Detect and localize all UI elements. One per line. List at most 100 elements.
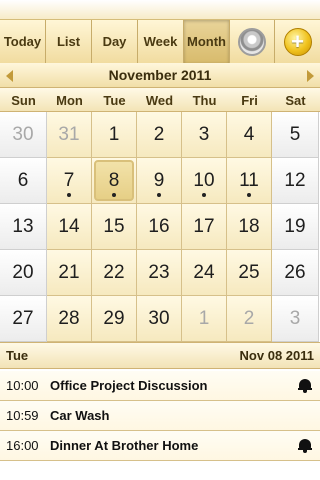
day-number: 2 (153, 123, 165, 145)
day-number: 29 (103, 307, 125, 329)
event-list: 10:00 Office Project Discussion 10:59 Car W… (0, 371, 320, 461)
day-cell[interactable]: 2 (137, 112, 182, 158)
tab-list[interactable]: List (46, 20, 92, 63)
day-cell[interactable]: 7 (47, 158, 92, 204)
day-number: 1 (198, 307, 210, 329)
day-number: 24 (193, 261, 215, 283)
day-number: 31 (58, 123, 80, 145)
event-title: Dinner At Brother Home (50, 438, 199, 453)
day-cell[interactable]: 24 (182, 250, 227, 296)
day-cell[interactable]: 17 (182, 204, 227, 250)
bell-icon (298, 438, 312, 453)
weekday-label: Thu (192, 92, 217, 108)
day-number: 11 (239, 169, 259, 191)
tab-day[interactable]: Day (92, 20, 138, 63)
weekday-label: Sat (285, 92, 306, 108)
tab-week[interactable]: Week (138, 20, 184, 63)
month-title: November 2011 (108, 67, 212, 83)
day-cell[interactable]: 28 (47, 296, 92, 342)
day-cell[interactable]: 23 (137, 250, 182, 296)
day-number: 5 (289, 123, 301, 145)
day-cell[interactable]: 21 (47, 250, 92, 296)
day-cell[interactable]: 1 (182, 296, 227, 342)
day-cell[interactable]: 2 (227, 296, 272, 342)
week-row: 13 14 15 16 17 18 19 (0, 204, 320, 250)
day-number: 17 (193, 215, 215, 237)
day-cell[interactable]: 14 (47, 204, 92, 250)
day-number: 23 (148, 261, 170, 283)
event-title: Office Project Discussion (50, 378, 208, 393)
day-number: 2 (243, 307, 255, 329)
day-number: 22 (103, 261, 125, 283)
day-cell[interactable]: 12 (272, 158, 319, 204)
day-number: 18 (238, 215, 260, 237)
event-dot-icon (157, 193, 161, 197)
day-cell[interactable]: 13 (0, 204, 47, 250)
event-time: 16:00 (6, 438, 39, 453)
day-cell[interactable]: 1 (92, 112, 137, 158)
weekday-label: Sun (11, 92, 36, 108)
day-cell[interactable]: 18 (227, 204, 272, 250)
day-number: 30 (148, 307, 170, 329)
month-header: November 2011 (0, 63, 320, 88)
event-row[interactable]: 10:59 Car Wash (0, 401, 320, 431)
agenda-date: Nov 08 2011 (239, 348, 314, 363)
day-number: 10 (193, 169, 215, 191)
day-number: 26 (284, 261, 306, 283)
day-cell-selected[interactable]: 8 (92, 158, 137, 204)
agenda-header: Tue Nov 08 2011 (0, 342, 320, 369)
add-event-button[interactable]: + (275, 20, 320, 63)
weekday-label: Tue (103, 92, 126, 108)
week-row: 6 7 8 9 10 11 12 (0, 158, 320, 204)
weekday-label: Wed (145, 92, 174, 108)
tab-month[interactable]: Month (184, 20, 230, 63)
day-cell[interactable]: 11 (227, 158, 272, 204)
day-cell[interactable]: 4 (227, 112, 272, 158)
day-number: 28 (58, 307, 80, 329)
day-cell[interactable]: 31 (47, 112, 92, 158)
day-cell[interactable]: 6 (0, 158, 47, 204)
day-cell[interactable]: 5 (272, 112, 319, 158)
weekday-label: Mon (56, 92, 83, 108)
day-cell[interactable]: 10 (182, 158, 227, 204)
day-cell[interactable]: 3 (272, 296, 319, 342)
day-cell[interactable]: 9 (137, 158, 182, 204)
day-cell[interactable]: 19 (272, 204, 319, 250)
prev-month-icon[interactable] (6, 70, 13, 82)
day-number: 27 (12, 307, 34, 329)
day-cell[interactable]: 15 (92, 204, 137, 250)
day-number: 12 (284, 169, 306, 191)
event-title: Car Wash (50, 408, 110, 423)
tab-today[interactable]: Today (0, 20, 46, 63)
day-cell[interactable]: 27 (0, 296, 47, 342)
day-number: 7 (63, 169, 75, 191)
day-cell[interactable]: 22 (92, 250, 137, 296)
day-number: 15 (103, 215, 125, 237)
day-cell[interactable]: 20 (0, 250, 47, 296)
month-grid: 30 31 1 2 3 4 5 6 7 8 9 10 11 12 13 14 15 16 17 18 19 20 21 22 2… (0, 112, 320, 342)
weekday-header: Sun Mon Tue Wed Thu Fri Sat (0, 88, 320, 112)
day-number: 13 (12, 215, 34, 237)
day-number: 8 (108, 169, 120, 191)
next-month-icon[interactable] (307, 70, 314, 82)
day-cell[interactable]: 29 (92, 296, 137, 342)
day-number: 25 (238, 261, 260, 283)
event-dot-icon (202, 193, 206, 197)
add-icon: + (283, 27, 312, 56)
day-cell[interactable]: 26 (272, 250, 319, 296)
day-cell[interactable]: 3 (182, 112, 227, 158)
gear-icon (238, 27, 266, 56)
day-number: 30 (12, 123, 34, 145)
day-cell[interactable]: 30 (0, 112, 47, 158)
view-tabs: Today List Day Week Month + (0, 20, 320, 63)
day-cell[interactable]: 16 (137, 204, 182, 250)
event-dot-icon (112, 193, 116, 197)
event-row[interactable]: 16:00 Dinner At Brother Home (0, 431, 320, 461)
agenda-day: Tue (6, 348, 29, 363)
day-cell[interactable]: 30 (137, 296, 182, 342)
event-row[interactable]: 10:00 Office Project Discussion (0, 371, 320, 401)
day-cell[interactable]: 25 (227, 250, 272, 296)
day-number: 16 (148, 215, 170, 237)
day-number: 4 (243, 123, 255, 145)
settings-button[interactable] (230, 20, 275, 63)
